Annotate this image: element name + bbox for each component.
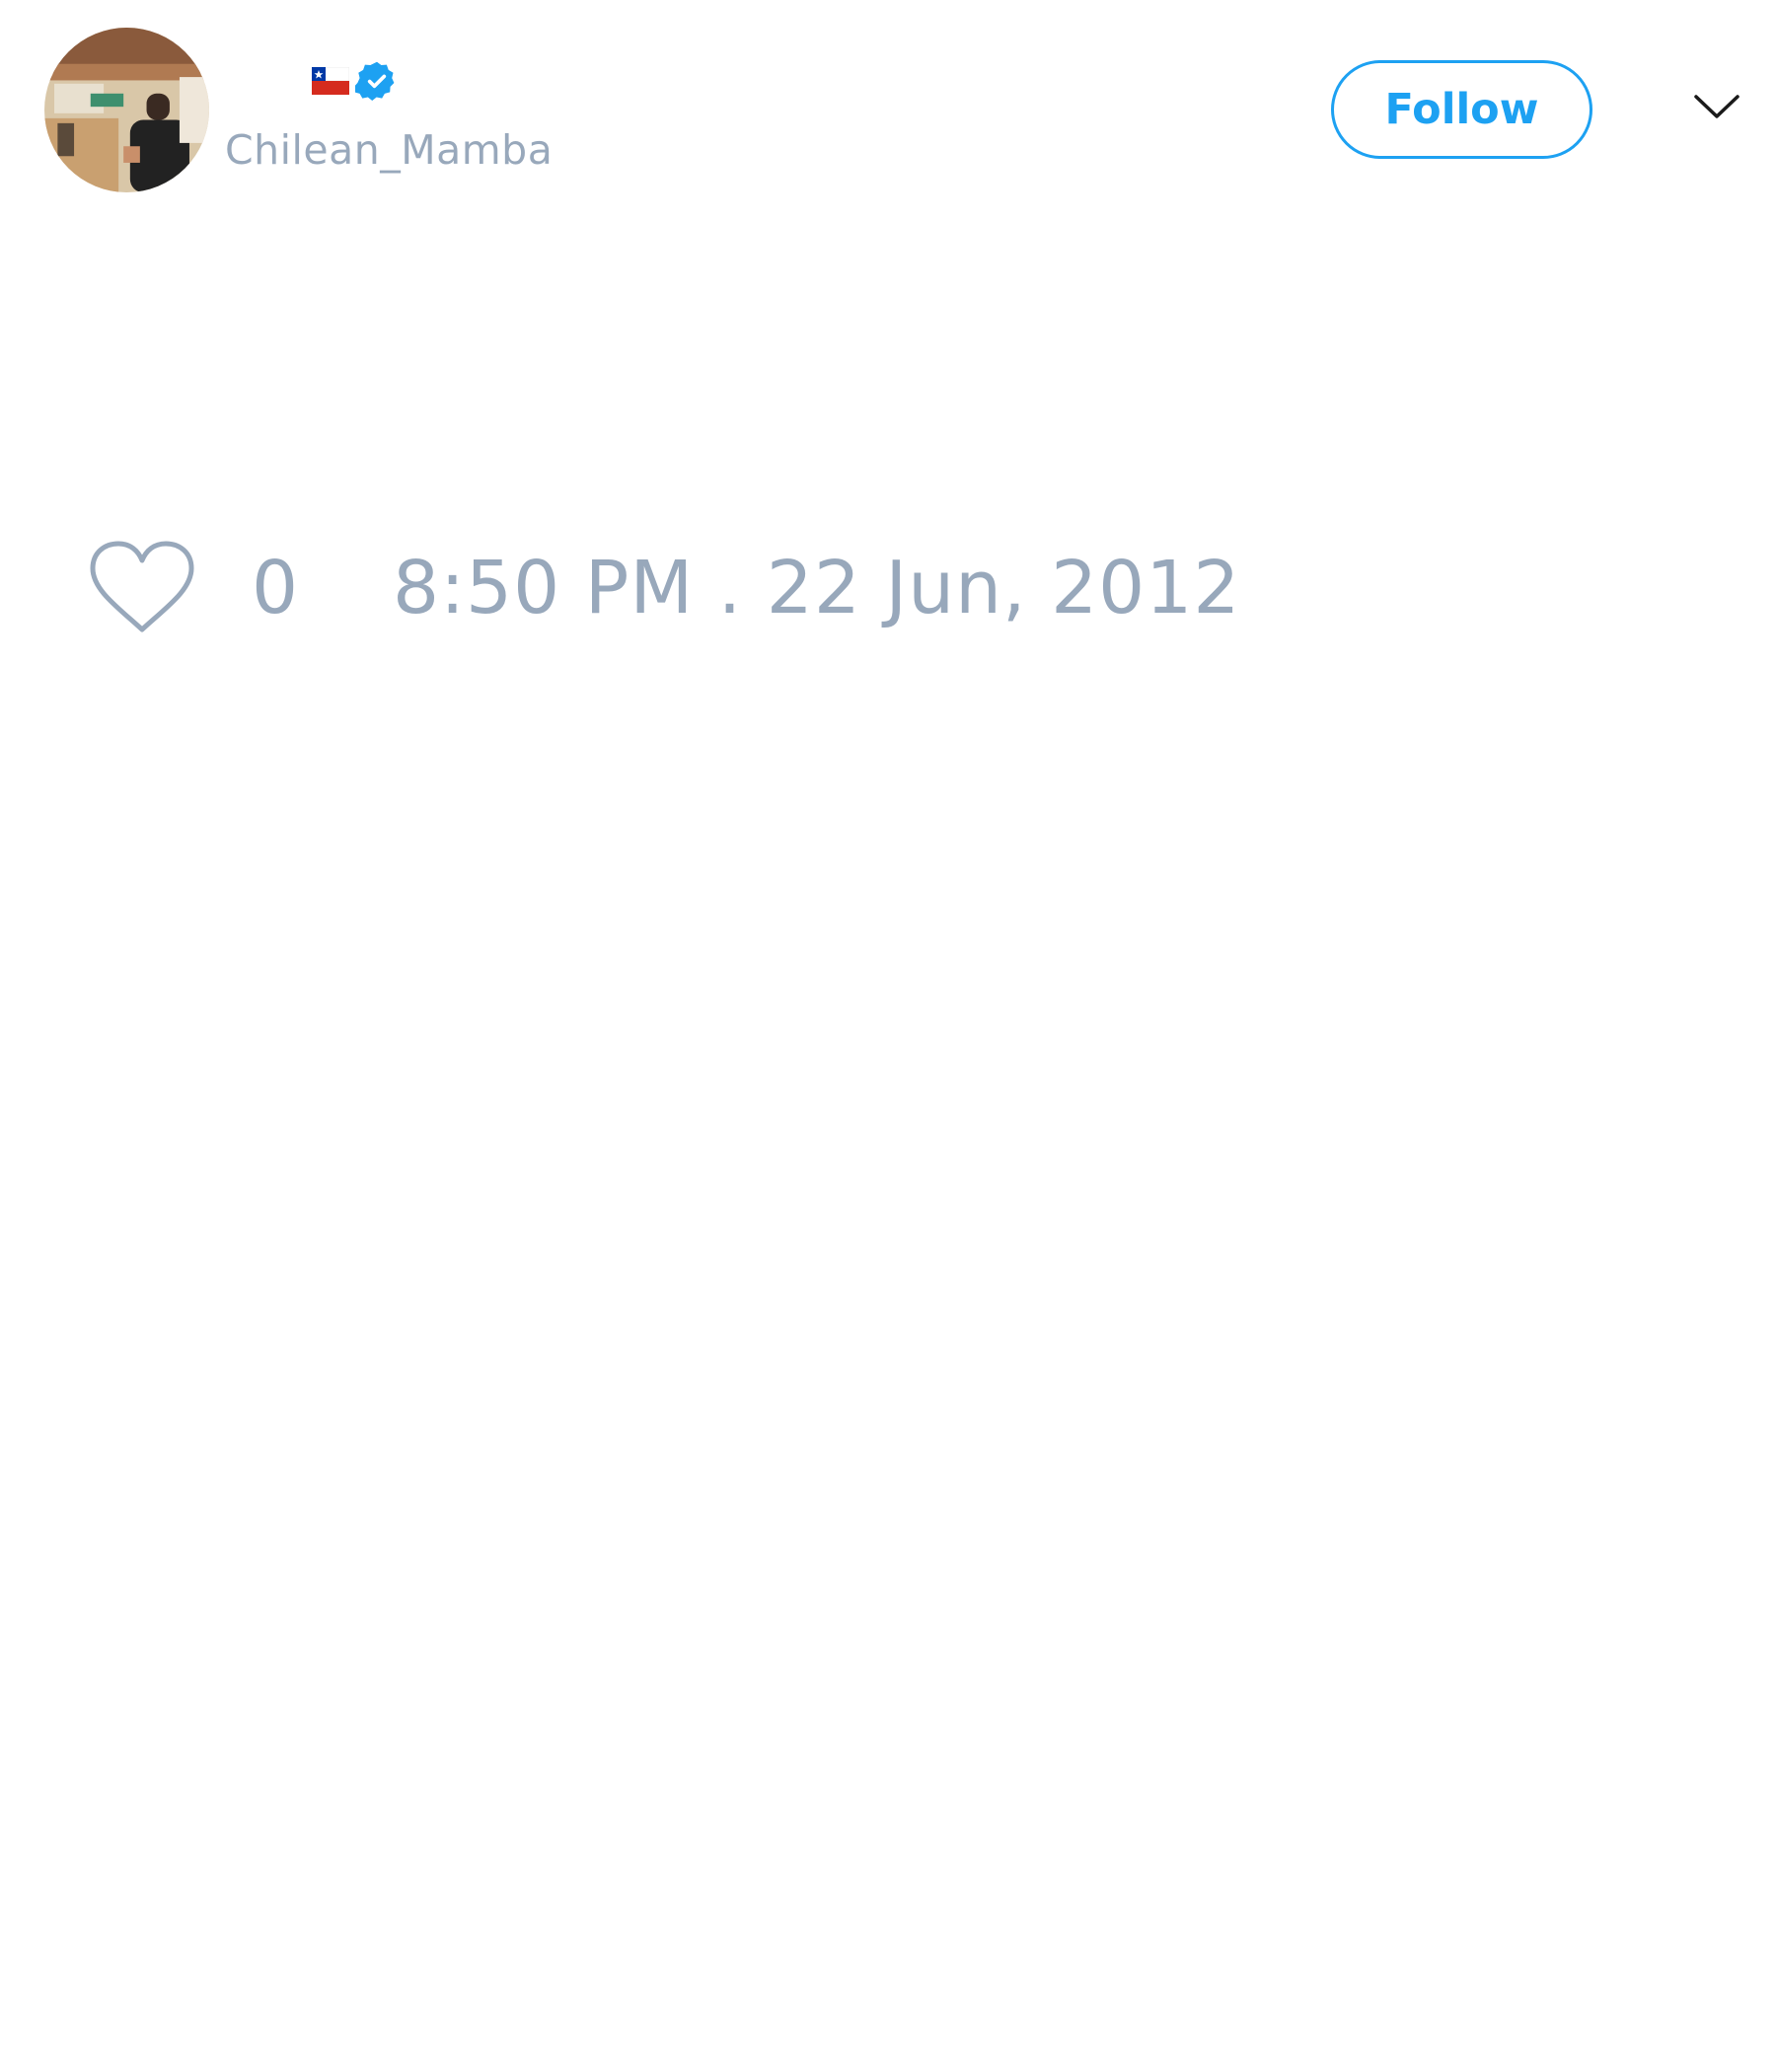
like-count: 0 — [252, 546, 299, 630]
verified-badge-icon — [355, 61, 395, 101]
author-handle[interactable]: Chilean_Mamba — [225, 126, 553, 174]
follow-button[interactable]: Follow — [1331, 60, 1592, 159]
avatar-photo — [44, 28, 209, 192]
more-options-chevron-down-icon[interactable] — [1693, 93, 1740, 120]
follow-button-label: Follow — [1384, 85, 1539, 134]
tweet-timestamp[interactable]: 8:50 PM . 22 Jun, 2012 — [393, 548, 1240, 629]
display-name-row — [312, 59, 399, 103]
avatar[interactable] — [44, 28, 209, 192]
chile-flag-icon — [312, 67, 349, 95]
like-heart-icon[interactable] — [89, 541, 195, 634]
